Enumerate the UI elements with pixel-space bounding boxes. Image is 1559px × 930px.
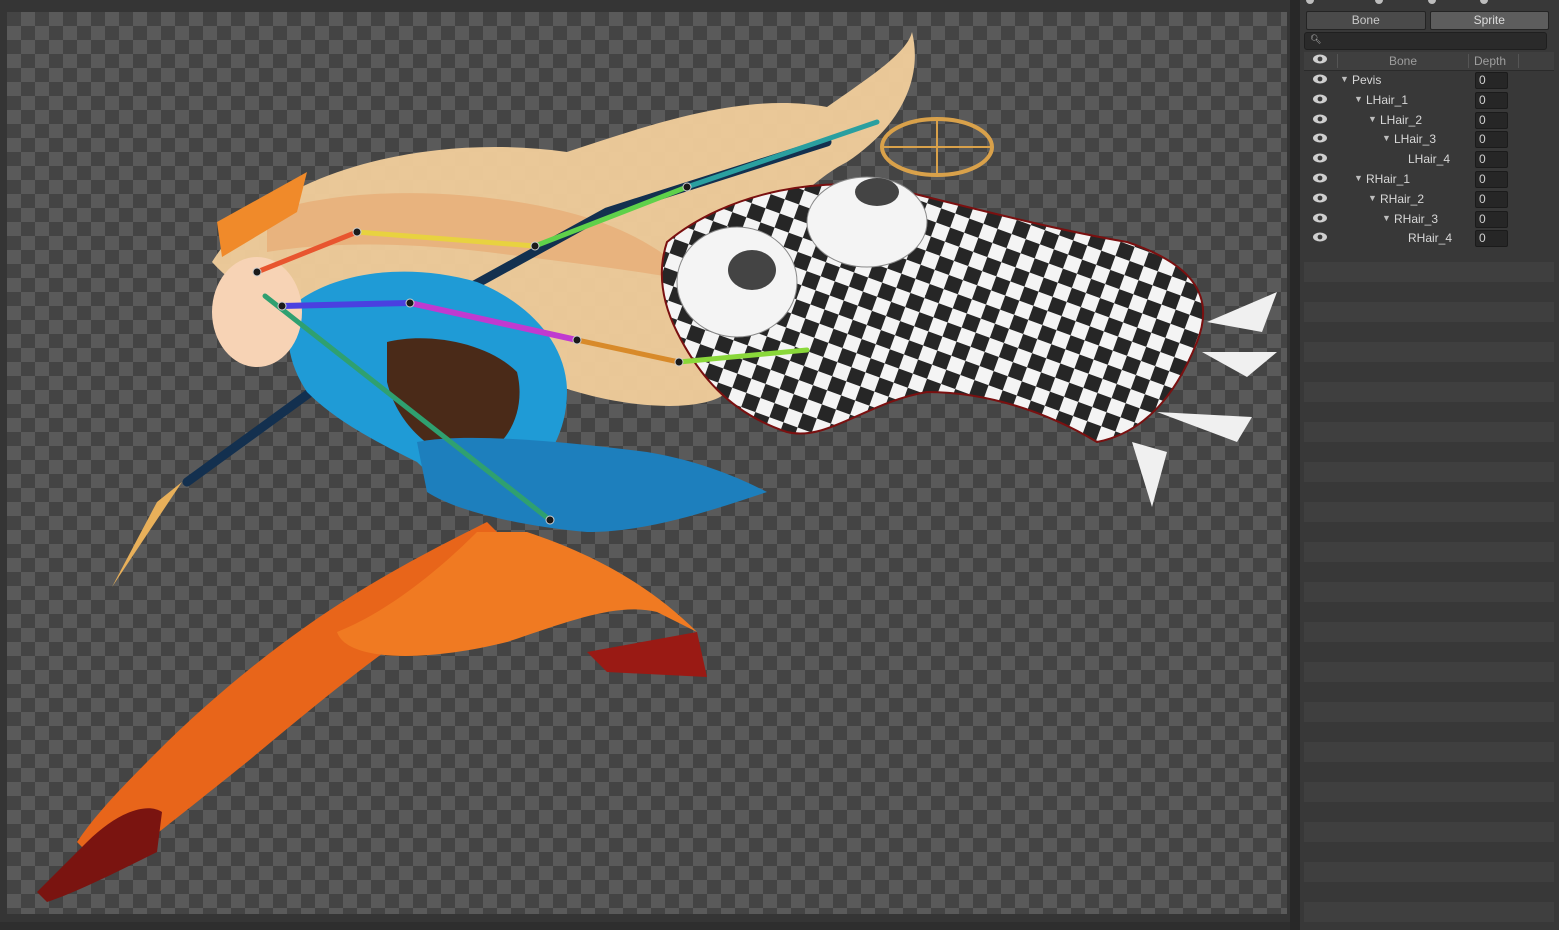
bone-name: Pevis bbox=[1352, 73, 1382, 87]
spear-tip bbox=[112, 482, 182, 587]
panel-divider[interactable] bbox=[1290, 0, 1300, 930]
chevron-down-icon[interactable]: ▼ bbox=[1368, 193, 1377, 203]
depth-field[interactable]: 0 bbox=[1475, 111, 1508, 129]
handle-dot[interactable] bbox=[1306, 0, 1314, 4]
tab-bone[interactable]: Bone bbox=[1306, 11, 1426, 30]
chevron-down-icon[interactable]: ▼ bbox=[1354, 94, 1363, 104]
eye-icon[interactable] bbox=[1312, 192, 1328, 204]
column-header-bone[interactable]: Bone bbox=[1337, 54, 1469, 68]
depth-field[interactable]: 0 bbox=[1475, 72, 1508, 89]
bone-name: RHair_2 bbox=[1380, 191, 1425, 206]
chevron-down-icon[interactable]: ▼ bbox=[1354, 173, 1363, 183]
shoe-back bbox=[587, 632, 707, 677]
sprite-canvas[interactable] bbox=[7, 12, 1287, 914]
table-row[interactable]: RHair_4 0 bbox=[1304, 228, 1554, 248]
sprite-canvas-frame bbox=[0, 0, 1290, 930]
eye-icon[interactable] bbox=[1312, 93, 1328, 105]
eye-icon[interactable] bbox=[1312, 53, 1328, 68]
chevron-down-icon[interactable]: ▼ bbox=[1382, 213, 1391, 223]
chevron-down-icon[interactable]: ▼ bbox=[1340, 74, 1349, 84]
panel-tabs: Bone Sprite bbox=[1306, 11, 1549, 30]
bone-name: RHair_3 bbox=[1394, 211, 1439, 226]
depth-field[interactable]: 0 bbox=[1475, 230, 1508, 248]
bone-name: LHair_1 bbox=[1366, 92, 1409, 107]
table-row[interactable]: ▼ Pevis 0 bbox=[1304, 70, 1554, 90]
table-row[interactable]: ▼ RHair_2 0 bbox=[1304, 189, 1554, 209]
table-row[interactable]: ▼ RHair_3 0 bbox=[1304, 209, 1554, 229]
flag-tail-3 bbox=[1157, 412, 1252, 442]
eye-icon[interactable] bbox=[1312, 73, 1328, 85]
column-header-depth[interactable]: Depth bbox=[1472, 54, 1519, 68]
table-row[interactable]: LHair_4 0 bbox=[1304, 149, 1554, 169]
eye-icon[interactable] bbox=[1312, 212, 1328, 224]
flag-tail-1 bbox=[1207, 292, 1277, 332]
search-icon: 🔍︎ bbox=[1310, 34, 1322, 44]
flag-tail-4 bbox=[1132, 442, 1167, 507]
bone-tree: ▼ Pevis 0 ▼ LHair_1 0 ▼ LHair_2 0 ▼ LHai… bbox=[1304, 70, 1554, 248]
chevron-down-icon[interactable]: ▼ bbox=[1368, 114, 1377, 124]
table-header: Bone Depth bbox=[1304, 52, 1554, 71]
bone-name: RHair_4 bbox=[1408, 231, 1453, 246]
canvas-bottom-bar bbox=[0, 922, 1290, 930]
eye-icon[interactable] bbox=[1312, 113, 1328, 125]
depth-field[interactable]: 0 bbox=[1475, 91, 1508, 109]
top-handles bbox=[1300, 0, 1559, 8]
bone-name: LHair_3 bbox=[1394, 132, 1437, 147]
bone-sprite-panel: Bone Sprite 🔍︎ Bone Depth ▼ Pevis 0 ▼ LH… bbox=[1300, 0, 1559, 930]
empty-list-area bbox=[1304, 262, 1554, 930]
depth-field[interactable]: 0 bbox=[1475, 190, 1508, 208]
handle-dot[interactable] bbox=[1480, 0, 1488, 4]
bone-name: LHair_4 bbox=[1408, 152, 1451, 167]
eye-icon[interactable] bbox=[1312, 172, 1328, 184]
sprite-artwork bbox=[37, 32, 1277, 902]
bone-name: RHair_1 bbox=[1366, 171, 1411, 186]
search-input[interactable]: 🔍︎ bbox=[1304, 32, 1547, 50]
bone-name: LHair_2 bbox=[1380, 112, 1423, 127]
handle-dot[interactable] bbox=[1375, 0, 1383, 4]
eye-icon[interactable] bbox=[1312, 152, 1328, 164]
eye-icon[interactable] bbox=[1312, 132, 1328, 144]
eye-icon[interactable] bbox=[1312, 231, 1328, 243]
depth-field[interactable]: 0 bbox=[1475, 210, 1508, 228]
depth-field[interactable]: 0 bbox=[1475, 151, 1508, 169]
tab-sprite[interactable]: Sprite bbox=[1429, 11, 1549, 30]
depth-field[interactable]: 0 bbox=[1475, 170, 1508, 188]
depth-field[interactable]: 0 bbox=[1475, 131, 1508, 149]
handle-dot[interactable] bbox=[1428, 0, 1436, 4]
chevron-down-icon[interactable]: ▼ bbox=[1382, 133, 1391, 143]
table-row[interactable]: ▼ LHair_3 0 bbox=[1304, 129, 1554, 149]
flag-tail-2 bbox=[1202, 352, 1277, 377]
table-row[interactable]: ▼ RHair_1 0 bbox=[1304, 169, 1554, 189]
skirt bbox=[417, 437, 767, 532]
table-row[interactable]: ▼ LHair_2 0 bbox=[1304, 110, 1554, 130]
table-row[interactable]: ▼ LHair_1 0 bbox=[1304, 90, 1554, 110]
